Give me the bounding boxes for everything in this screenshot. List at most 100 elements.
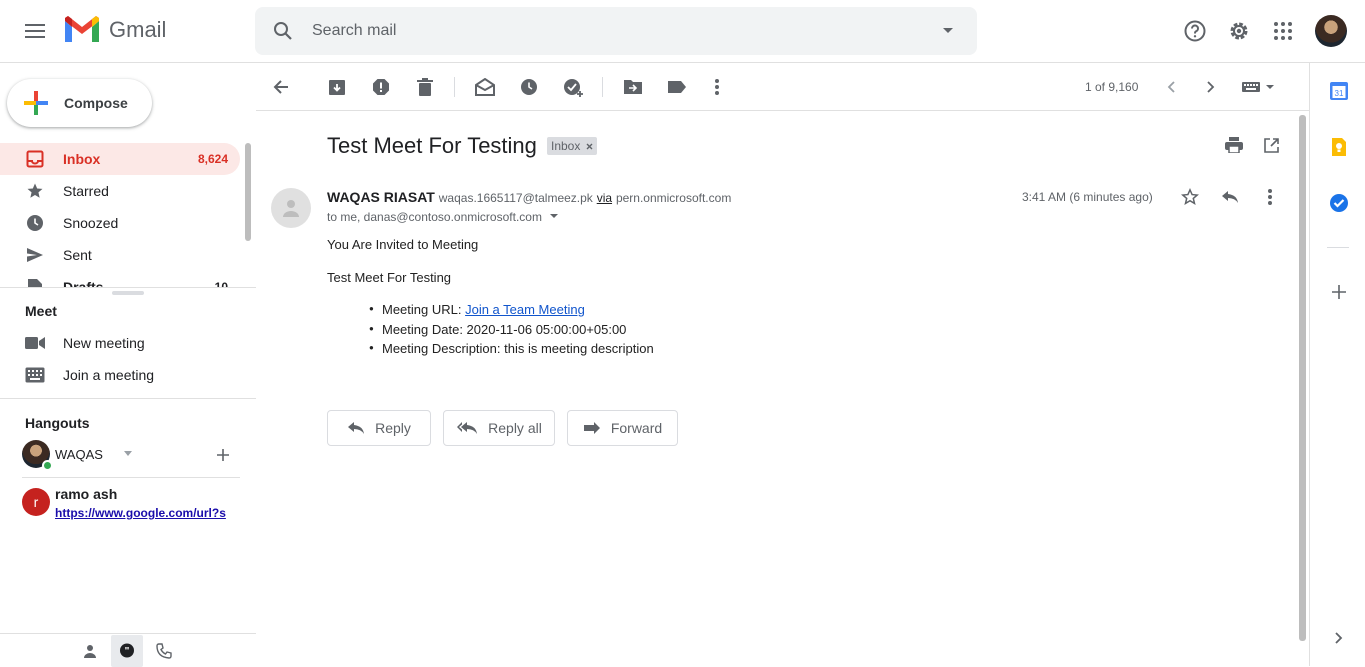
new-meeting-button[interactable]: New meeting [25, 327, 245, 359]
recipients: to me, danas@contoso.onmicrosoft.com [327, 210, 542, 224]
labels-button[interactable] [657, 67, 697, 107]
account-avatar[interactable] [1315, 15, 1347, 47]
add-icon[interactable] [216, 448, 230, 462]
support-button[interactable] [1175, 11, 1215, 51]
sidebar-item-drafts[interactable]: Drafts 10 [0, 271, 240, 287]
compose-label: Compose [64, 95, 128, 111]
main-menu-button[interactable] [15, 11, 55, 51]
delete-button[interactable] [405, 67, 445, 107]
list-item: Meeting Description: this is meeting des… [369, 341, 654, 361]
sidebar-item-inbox[interactable]: Inbox 8,624 [0, 143, 240, 175]
reply-icon-button[interactable] [1210, 177, 1250, 217]
divider [0, 398, 256, 399]
apps-button[interactable] [1263, 11, 1303, 51]
sidebar-item-label: Inbox [63, 151, 101, 167]
inbox-icon [25, 149, 45, 169]
email-subject: Test Meet For Testing [327, 133, 537, 158]
join-meeting-label: Join a meeting [63, 367, 155, 383]
more-vertical-icon [1268, 189, 1272, 205]
via-link[interactable]: via [597, 191, 612, 205]
older-button[interactable] [1191, 67, 1231, 107]
clock-icon [25, 213, 45, 233]
help-icon [1184, 20, 1206, 42]
forward-label: Forward [610, 420, 663, 436]
move-to-button[interactable] [613, 67, 653, 107]
arrow-back-icon [273, 80, 288, 94]
hangouts-title: Hangouts [25, 415, 90, 431]
input-tools-button[interactable] [1234, 67, 1282, 107]
message-more-button[interactable] [1250, 177, 1290, 217]
divider [22, 477, 240, 478]
list-item: Meeting Date: 2020-11-06 05:00:00+05:00 [369, 322, 654, 342]
apps-grid-icon [1274, 22, 1292, 40]
reply-all-button[interactable]: Reply all [443, 410, 555, 446]
send-icon [25, 245, 45, 265]
compose-button[interactable]: Compose [7, 79, 152, 127]
report-spam-button[interactable] [361, 67, 401, 107]
meeting-url-label: Meeting URL: [382, 302, 466, 317]
keep-button[interactable] [1323, 131, 1355, 163]
person-icon [283, 200, 299, 217]
avatar: r [22, 488, 50, 516]
join-meeting-button[interactable]: Join a meeting [25, 359, 245, 391]
phone-tab[interactable] [148, 635, 180, 667]
star-icon [25, 181, 45, 201]
gmail-logo[interactable]: Gmail [63, 15, 166, 45]
calendar-button[interactable]: 31 [1323, 75, 1355, 107]
search-button[interactable] [263, 11, 303, 51]
sidebar-item-snoozed[interactable]: Snoozed [0, 207, 240, 239]
hangouts-status-selector[interactable]: WAQAS [22, 438, 240, 471]
conversations-tab[interactable]: " [111, 635, 143, 667]
mark-unread-button[interactable] [465, 67, 505, 107]
sidebar-item-sent[interactable]: Sent [0, 239, 240, 271]
chevron-right-icon [1207, 81, 1215, 93]
chat-contact-name: ramo ash [55, 486, 118, 502]
join-meeting-link[interactable]: Join a Team Meeting [465, 302, 585, 317]
settings-button[interactable] [1219, 11, 1259, 51]
reply-button[interactable]: Reply [327, 410, 431, 446]
chat-list-item[interactable]: r ramo ash https://www.google.com/url?s [22, 486, 242, 528]
chat-last-message-link[interactable]: https://www.google.com/url?s [55, 506, 240, 520]
more-actions-button[interactable] [697, 67, 737, 107]
pagination-count: 1 of 9,160 [1085, 80, 1139, 94]
hide-side-panel-button[interactable] [1323, 622, 1355, 654]
get-addons-button[interactable] [1323, 276, 1355, 308]
app-name: Gmail [109, 17, 167, 42]
sidebar-scrollbar[interactable] [245, 143, 251, 241]
label-name: Inbox [551, 139, 581, 153]
search-bar [255, 7, 977, 55]
email-body-line: Test Meet For Testing [327, 270, 452, 285]
message-scrollbar[interactable] [1299, 115, 1306, 641]
newer-button[interactable] [1151, 67, 1191, 107]
caret-down-icon[interactable] [546, 212, 562, 222]
close-icon[interactable] [586, 143, 593, 150]
keyboard-icon [1242, 82, 1274, 92]
phone-icon [156, 643, 172, 659]
back-button[interactable] [261, 67, 301, 107]
search-options-button[interactable] [928, 11, 968, 51]
sender-avatar[interactable] [271, 188, 311, 228]
toolbar-divider [454, 77, 455, 97]
contacts-tab[interactable] [74, 635, 106, 667]
sidebar-item-label: Drafts [63, 279, 104, 287]
sidebar-item-label: Snoozed [63, 215, 119, 231]
caret-down-icon [943, 28, 953, 33]
trash-icon [417, 78, 433, 96]
sender-name[interactable]: WAQAS RIASAT [327, 189, 435, 205]
keyboard-icon [25, 367, 45, 383]
tasks-button[interactable] [1323, 187, 1355, 219]
archive-button[interactable] [317, 67, 357, 107]
add-to-tasks-button[interactable] [553, 67, 593, 107]
keep-icon [1332, 138, 1346, 156]
unread-count: 8,624 [197, 152, 228, 166]
print-button[interactable] [1214, 125, 1254, 165]
svg-text:": " [125, 646, 130, 657]
sidebar-item-starred[interactable]: Starred [0, 175, 240, 207]
forward-button[interactable]: Forward [567, 410, 678, 446]
snooze-button[interactable] [509, 67, 549, 107]
star-button[interactable] [1170, 177, 1210, 217]
hamburger-icon [25, 24, 45, 38]
resize-handle[interactable] [112, 291, 144, 295]
search-input[interactable] [312, 7, 912, 55]
open-new-window-button[interactable] [1251, 125, 1291, 165]
